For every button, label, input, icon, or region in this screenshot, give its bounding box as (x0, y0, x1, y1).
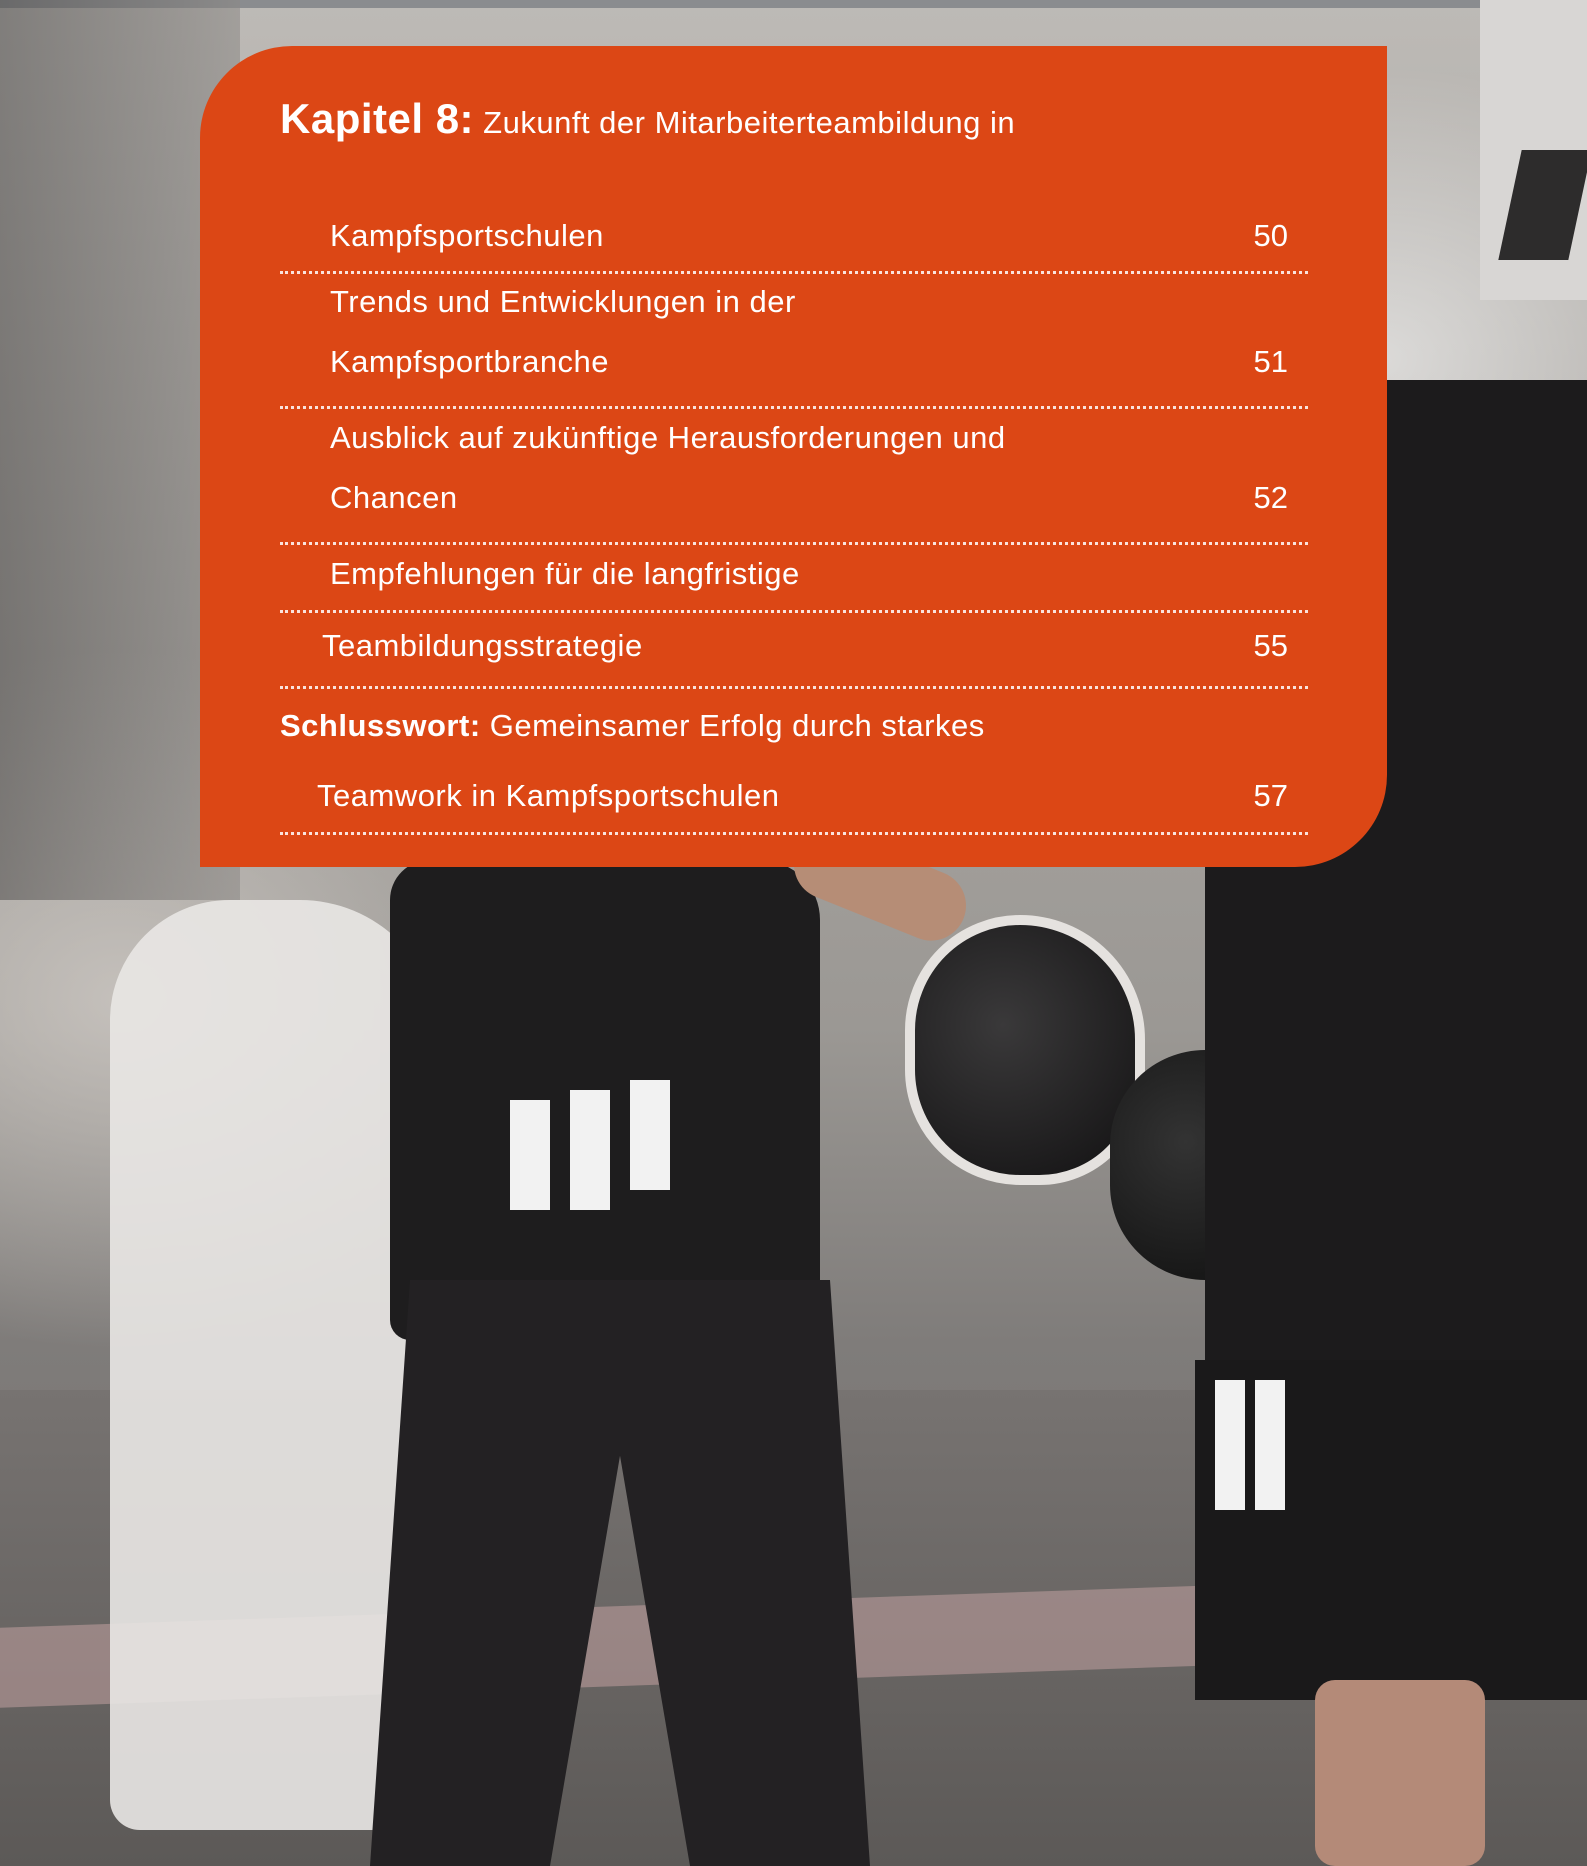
toc-entry-chapter-8[interactable]: Kapitel 8: Zukunft der Mitarbeiterteambi… (280, 98, 1308, 274)
toc-chapter-heading: Kapitel 8: Zukunft der Mitarbeiterteambi… (280, 98, 1015, 140)
photo-fighter-center (370, 818, 977, 1866)
photo-boxing-glove (905, 915, 1145, 1185)
toc-page-number: 52 (1253, 480, 1288, 515)
fighter-center-torso (390, 860, 820, 1340)
fighter-center-legs (370, 1280, 870, 1866)
chapter-title-line1: Zukunft der Mitarbeiterteambildung in (483, 105, 1016, 140)
toc-panel: Kapitel 8: Zukunft der Mitarbeiterteambi… (200, 46, 1387, 867)
dotted-leader (280, 542, 1308, 545)
toc-entry-trends[interactable]: Trends und Entwicklungen in der Kampfspo… (280, 286, 1308, 416)
toc-entry-empfehlungen[interactable]: Empfehlungen für die langfristige Teambi… (280, 556, 1308, 689)
toc-entry-schlusswort[interactable]: Schlusswort: Gemeinsamer Erfolg durch st… (280, 710, 1308, 850)
conclusion-label: Schlusswort: (280, 708, 481, 743)
shirt-print-logo (510, 1100, 550, 1210)
fighter-right-shorts (1195, 1360, 1587, 1700)
dotted-leader (280, 271, 1308, 274)
photo-punching-bag (1480, 0, 1587, 300)
toc-entry-line2: Teambildungsstrategie (322, 628, 643, 663)
toc-entry-line2: Chancen (330, 480, 458, 515)
shirt-print-logo-3 (630, 1080, 670, 1190)
toc-entry-line1: Trends und Entwicklungen in der (330, 284, 796, 319)
toc-entry-line1: Ausblick auf zukünftige Herausforderunge… (330, 420, 1006, 455)
conclusion-title-line1: Gemeinsamer Erfolg durch starkes (489, 708, 985, 743)
shorts-print-logo-2 (1255, 1380, 1285, 1510)
fighter-right-leg (1315, 1680, 1485, 1866)
toc-entry-line1: Empfehlungen für die langfristige (330, 556, 800, 591)
chapter-title-line2: Kampfsportschulen (330, 218, 604, 253)
dotted-leader (280, 406, 1308, 409)
shorts-print-logo (1215, 1380, 1245, 1510)
toc-entry-ausblick[interactable]: Ausblick auf zukünftige Herausforderunge… (280, 422, 1308, 552)
toc-page-number: 55 (1253, 628, 1288, 663)
dotted-leader (280, 832, 1308, 835)
conclusion-title-line2: Teamwork in Kampfsportschulen (317, 778, 780, 813)
toc-page-number: 57 (1253, 778, 1288, 813)
dotted-leader (280, 610, 1308, 613)
chapter-label: Kapitel 8: (280, 95, 475, 142)
toc-page-number: 51 (1253, 344, 1288, 379)
toc-entry-line2: Kampfsportbranche (330, 344, 610, 379)
shirt-print-logo-2 (570, 1090, 610, 1210)
toc-conclusion-heading: Schlusswort: Gemeinsamer Erfolg durch st… (280, 710, 985, 741)
dotted-leader (280, 686, 1308, 689)
toc-page-number: 50 (1253, 218, 1288, 253)
